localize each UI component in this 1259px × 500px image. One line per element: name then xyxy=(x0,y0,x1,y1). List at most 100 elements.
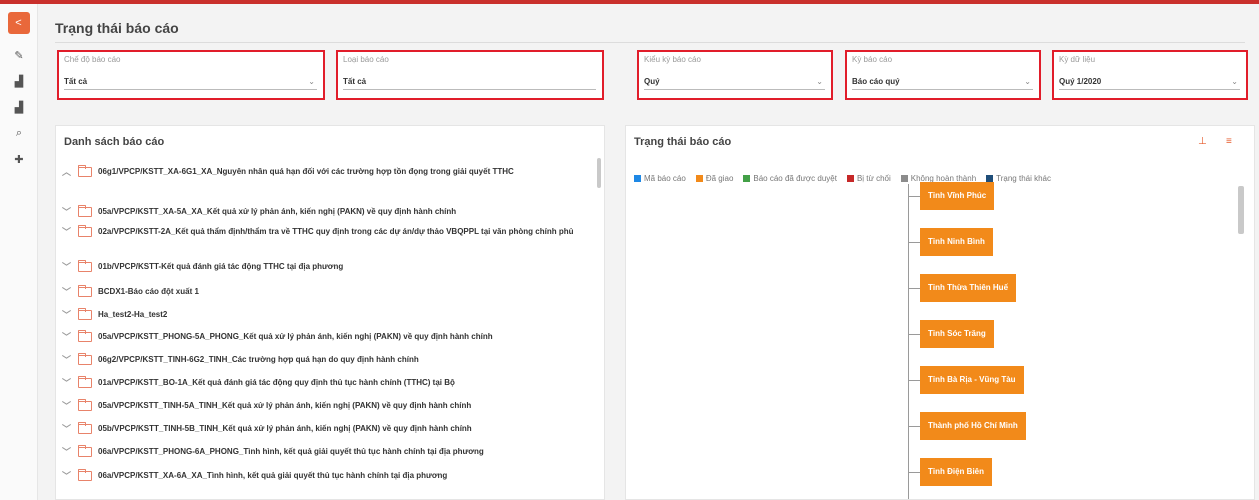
tree-connector xyxy=(908,380,920,381)
share-icon[interactable]: < xyxy=(7,12,30,34)
folder-icon xyxy=(78,260,92,272)
org-chart-node[interactable]: Tỉnh Điện Biên xyxy=(920,458,992,486)
list-item[interactable]: ﹀ 05a/VPCP/KSTT_TINH-5A_TINH_Kết quả xử l… xyxy=(56,399,604,412)
folder-icon xyxy=(78,225,92,237)
filter-ky-du-lieu[interactable]: Kỳ dữ liệu Quý 1/2020 ⌄ xyxy=(1052,50,1248,100)
list-item[interactable]: ﹀ BCDX1-Báo cáo đột xuất 1 xyxy=(56,285,604,298)
chevron-down-icon[interactable]: ﹀ xyxy=(62,470,78,482)
filter-label: Loại báo cáo xyxy=(343,55,389,64)
filter-underline xyxy=(1059,89,1240,90)
folder-icon xyxy=(78,422,92,434)
list-item[interactable]: ︿ 06g1/VPCP/KSTT_XA-6G1_XA_Nguyên nhân qu… xyxy=(56,165,604,178)
legend-label: Trạng thái khác xyxy=(996,174,1051,183)
legend-item: Báo cáo đã được duyệt xyxy=(743,174,837,183)
tree-connector xyxy=(908,426,920,427)
org-chart-node[interactable]: Tỉnh Vĩnh Phúc xyxy=(920,182,995,210)
filter-loai-bao-cao[interactable]: Loại báo cáo Tất cả xyxy=(336,50,604,100)
chevron-down-icon[interactable]: ﹀ xyxy=(62,309,78,321)
folder-icon xyxy=(78,205,92,217)
tree-connector xyxy=(908,242,920,243)
legend-swatch xyxy=(695,175,703,182)
filter-che-do-bao-cao[interactable]: Chế độ báo cáo Tất cả ⌄ xyxy=(57,50,325,100)
chevron-down-icon[interactable]: ﹀ xyxy=(62,377,78,389)
folder-icon xyxy=(78,399,92,411)
org-chart-node[interactable]: Tỉnh Ninh Bình xyxy=(920,228,993,256)
filter-label: Chế độ báo cáo xyxy=(64,55,121,64)
folder-icon xyxy=(78,353,92,365)
sidebar: < ✎ ▟ ▟ ⌕ ✚ xyxy=(0,4,38,500)
plus-icon[interactable]: ✚ xyxy=(0,146,38,172)
list-item-label: 05a/VPCP/KSTT_TINH-5A_TINH_Kết quả xử lý… xyxy=(98,401,472,410)
legend-item: Đã giao xyxy=(695,174,733,183)
list-icon[interactable]: ≡ xyxy=(1226,136,1232,147)
list-item-label: Ha_test2-Ha_test2 xyxy=(98,310,168,319)
edit-icon[interactable]: ✎ xyxy=(0,42,38,68)
chevron-down-icon[interactable]: ﹀ xyxy=(62,226,78,238)
chevron-down-icon[interactable]: ﹀ xyxy=(62,423,78,435)
chevron-down-icon[interactable]: ﹀ xyxy=(62,354,78,366)
org-chart-icon[interactable]: ⊥ xyxy=(1198,136,1207,147)
chevron-down-icon: ⌄ xyxy=(816,77,823,86)
chevron-down-icon[interactable]: ﹀ xyxy=(62,206,78,218)
list-item-label: 06a/VPCP/KSTT_XA-6A_XA_Tình hình, kết qu… xyxy=(98,471,448,480)
bar-chart-icon[interactable]: ▟ xyxy=(0,68,38,94)
chevron-down-icon[interactable]: ﹀ xyxy=(62,261,78,273)
list-item[interactable]: ﹀ 06a/VPCP/KSTT_PHONG-6A_PHONG_Tình hình,… xyxy=(56,445,604,458)
filter-underline xyxy=(852,89,1033,90)
search-icon[interactable]: ⌕ xyxy=(0,120,38,146)
folder-icon xyxy=(78,308,92,320)
list-item-label: 05a/VPCP/KSTT_PHONG-5A_PHONG_Kết quả xử … xyxy=(98,332,493,341)
list-item-label: 01a/VPCP/KSTT_BO-1A_Kết quả đánh giá tác… xyxy=(98,378,455,387)
filter-kieu-ky-bao-cao[interactable]: Kiểu kỳ báo cáo Quý ⌄ xyxy=(637,50,833,100)
filter-label: Kiểu kỳ báo cáo xyxy=(644,55,701,64)
chevron-down-icon[interactable]: ﹀ xyxy=(62,446,78,458)
folder-icon xyxy=(78,445,92,457)
list-item[interactable]: ﹀ 05a/VPCP/KSTT_XA-5A_XA_Kết quả xử lý ph… xyxy=(56,205,604,218)
filter-ky-bao-cao[interactable]: Kỳ báo cáo Báo cáo quý ⌄ xyxy=(845,50,1041,100)
legend-label: Bị từ chối xyxy=(856,174,891,183)
report-status-panel: Trạng thái báo cáo ⊥ ≡ Mã báo cáo Đã giao… xyxy=(625,125,1255,500)
list-item[interactable]: ﹀ 01b/VPCP/KSTT-Kết quả đánh giá tác động… xyxy=(56,260,604,273)
chevron-down-icon[interactable]: ﹀ xyxy=(62,286,78,298)
filter-underline xyxy=(644,89,825,90)
chevron-down-icon[interactable]: ﹀ xyxy=(62,331,78,343)
list-item[interactable]: ﹀ Ha_test2-Ha_test2 xyxy=(56,308,604,321)
filter-value: Báo cáo quý xyxy=(852,77,900,86)
org-chart-node[interactable]: Thành phố Hồ Chí Minh xyxy=(920,412,1026,440)
org-chart-node[interactable]: Tỉnh Sóc Trăng xyxy=(920,320,994,348)
report-list-panel: Danh sách báo cáo ︿ 06g1/VPCP/KSTT_XA-6G1… xyxy=(55,125,605,500)
list-item[interactable]: ﹀ 06g2/VPCP/KSTT_TINH-6G2_TINH_Các trường… xyxy=(56,353,604,366)
tree-connector xyxy=(908,334,920,335)
chevron-up-icon[interactable]: ︿ xyxy=(62,166,78,178)
bar-chart-alt-icon[interactable]: ▟ xyxy=(0,94,38,120)
title-divider xyxy=(55,42,1245,43)
tree-connector xyxy=(908,196,920,197)
folder-icon xyxy=(78,330,92,342)
top-accent-bar xyxy=(0,0,1259,4)
filter-value: Quý 1/2020 xyxy=(1059,77,1102,86)
list-item[interactable]: ﹀ 05a/VPCP/KSTT_PHONG-5A_PHONG_Kết quả xử… xyxy=(56,330,604,343)
folder-icon xyxy=(78,376,92,388)
list-item[interactable]: ﹀ 02a/VPCP/KSTT-2A_Kết quả thẩm định/thẩm… xyxy=(56,225,604,238)
chevron-down-icon[interactable]: ﹀ xyxy=(62,400,78,412)
list-item[interactable]: ﹀ 01a/VPCP/KSTT_BO-1A_Kết quả đánh giá tá… xyxy=(56,376,604,389)
list-item[interactable]: ﹀ 05b/VPCP/KSTT_TINH-5B_TINH_Kết quả xử l… xyxy=(56,422,604,435)
list-scrollbar[interactable] xyxy=(597,158,601,188)
chart-scrollbar[interactable] xyxy=(1238,186,1244,234)
chevron-down-icon: ⌄ xyxy=(1024,77,1031,86)
chevron-down-icon: ⌄ xyxy=(1231,77,1238,86)
list-item[interactable]: ﹀ 06a/VPCP/KSTT_XA-6A_XA_Tình hình, kết q… xyxy=(56,469,604,482)
filter-underline xyxy=(343,89,596,90)
legend-item: Bị từ chối xyxy=(846,174,891,183)
legend-item: Mã báo cáo xyxy=(634,174,686,183)
legend-swatch xyxy=(900,175,908,182)
list-item-label: 06a/VPCP/KSTT_PHONG-6A_PHONG_Tình hình, … xyxy=(98,447,484,456)
list-item-label: 05b/VPCP/KSTT_TINH-5B_TINH_Kết quả xử lý… xyxy=(98,424,472,433)
legend-label: Mã báo cáo xyxy=(644,174,686,183)
org-chart-node[interactable]: Tỉnh Bà Rịa - Vũng Tàu xyxy=(920,366,1024,394)
filter-value: Tất cả xyxy=(64,77,88,86)
org-chart-node[interactable]: Tỉnh Thừa Thiên Huế xyxy=(920,274,1017,302)
legend-swatch xyxy=(986,175,994,182)
legend-label: Báo cáo đã được duyệt xyxy=(753,174,837,183)
list-item-label: 02a/VPCP/KSTT-2A_Kết quả thẩm định/thẩm … xyxy=(98,227,574,236)
